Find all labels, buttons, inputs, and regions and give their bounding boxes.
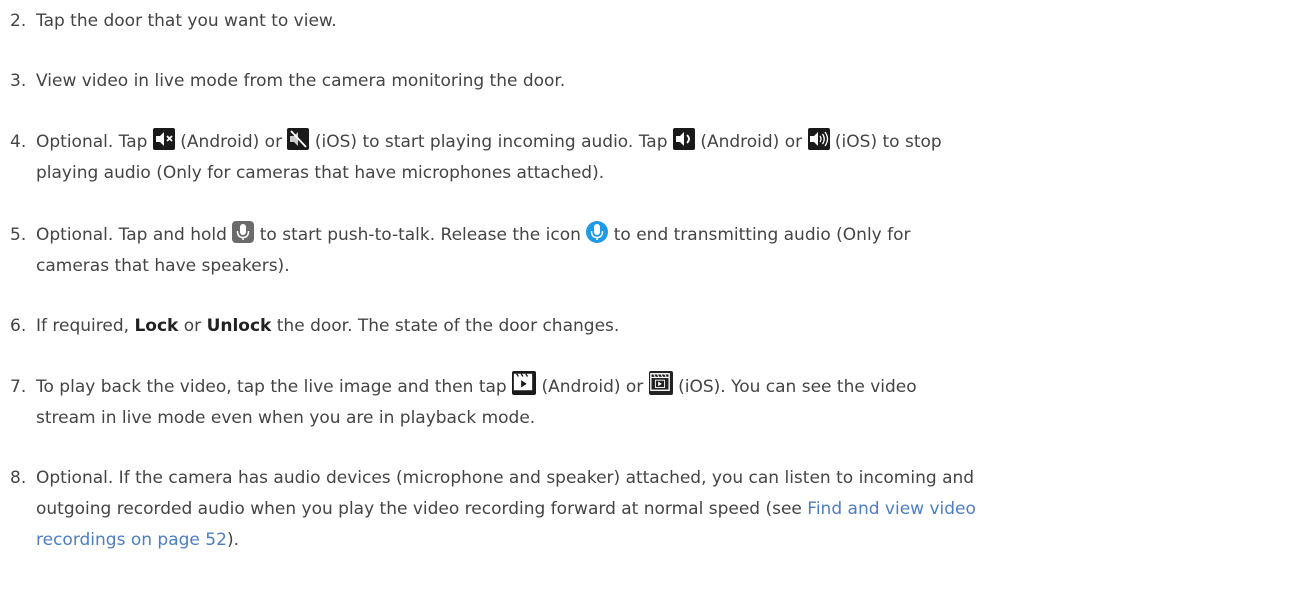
step-text: If required,: [36, 316, 130, 336]
step-8: 8. Optional. If the camera has audio devi…: [10, 463, 1282, 556]
step-text: ).: [226, 530, 239, 550]
step-text-continued: stream in live mode even when you are in…: [36, 408, 536, 428]
step-text: View video in live mode from the camera …: [36, 71, 566, 91]
step-text: Optional. Tap and hold: [36, 225, 227, 245]
step-text: to start push-to-talk. Release the icon: [259, 225, 581, 245]
step-text: the door. The state of the door changes.: [276, 316, 620, 336]
find-and-view-recordings-link[interactable]: Find and view video: [807, 499, 976, 519]
unlock-label: Unlock: [206, 316, 272, 336]
speaker-on-ios-icon: [807, 128, 830, 150]
find-and-view-recordings-link-continued[interactable]: recordings on page 52: [36, 530, 227, 550]
step-number: 7.: [10, 377, 27, 397]
step-4: 4. Optional. Tap (Android) or (iOS) to st…: [10, 127, 1282, 189]
step-text: (iOS) to stop: [834, 132, 942, 152]
playback-ios-icon: [648, 371, 673, 395]
step-number: 2.: [10, 11, 27, 31]
step-text: Optional. Tap: [36, 132, 148, 152]
speaker-on-android-icon: [672, 128, 695, 150]
step-text: outgoing recorded audio when you play th…: [36, 499, 802, 519]
step-text-continued: recordings on page 52).: [10, 525, 1282, 556]
step-2: 2. Tap the door that you want to view.: [10, 6, 1282, 37]
speaker-mute-ios-icon: [287, 128, 310, 150]
step-text: (iOS). You can see the video: [678, 377, 917, 397]
step-7: 7. To play back the video, tap the live i…: [10, 371, 1282, 434]
step-text-continued: playing audio (Only for cameras that hav…: [36, 163, 605, 183]
step-3: 3. View video in live mode from the camer…: [10, 66, 1282, 97]
lock-label: Lock: [134, 316, 179, 336]
step-text: (Android) or: [700, 132, 803, 152]
step-number: 4.: [10, 132, 27, 152]
step-text: Tap the door that you want to view.: [36, 11, 337, 31]
step-5: 5. Optional. Tap and hold to start push-t…: [10, 220, 1282, 282]
step-text: (iOS) to start playing incoming audio. T…: [314, 132, 668, 152]
step-number: 5.: [10, 225, 27, 245]
step-number: 6.: [10, 316, 27, 336]
microphone-active-icon: [586, 221, 609, 243]
step-text-continued: cameras that have speakers).: [36, 256, 290, 276]
step-text-continued: outgoing recorded audio when you play th…: [10, 494, 1282, 525]
playback-android-icon: [512, 371, 537, 395]
step-6: 6. If required, Lock or Unlock the door. …: [10, 311, 1282, 342]
speaker-mute-android-icon: [152, 128, 175, 150]
step-text: or: [183, 316, 202, 336]
step-text: (Android) or: [180, 132, 283, 152]
step-number: 3.: [10, 71, 27, 91]
step-text: to end transmitting audio (Only for: [613, 225, 911, 245]
step-number: 8.: [10, 468, 27, 488]
step-text: (Android) or: [541, 377, 644, 397]
step-text: To play back the video, tap the live ima…: [36, 377, 507, 397]
microphone-icon: [232, 221, 255, 243]
step-text: Optional. If the camera has audio device…: [36, 468, 975, 488]
